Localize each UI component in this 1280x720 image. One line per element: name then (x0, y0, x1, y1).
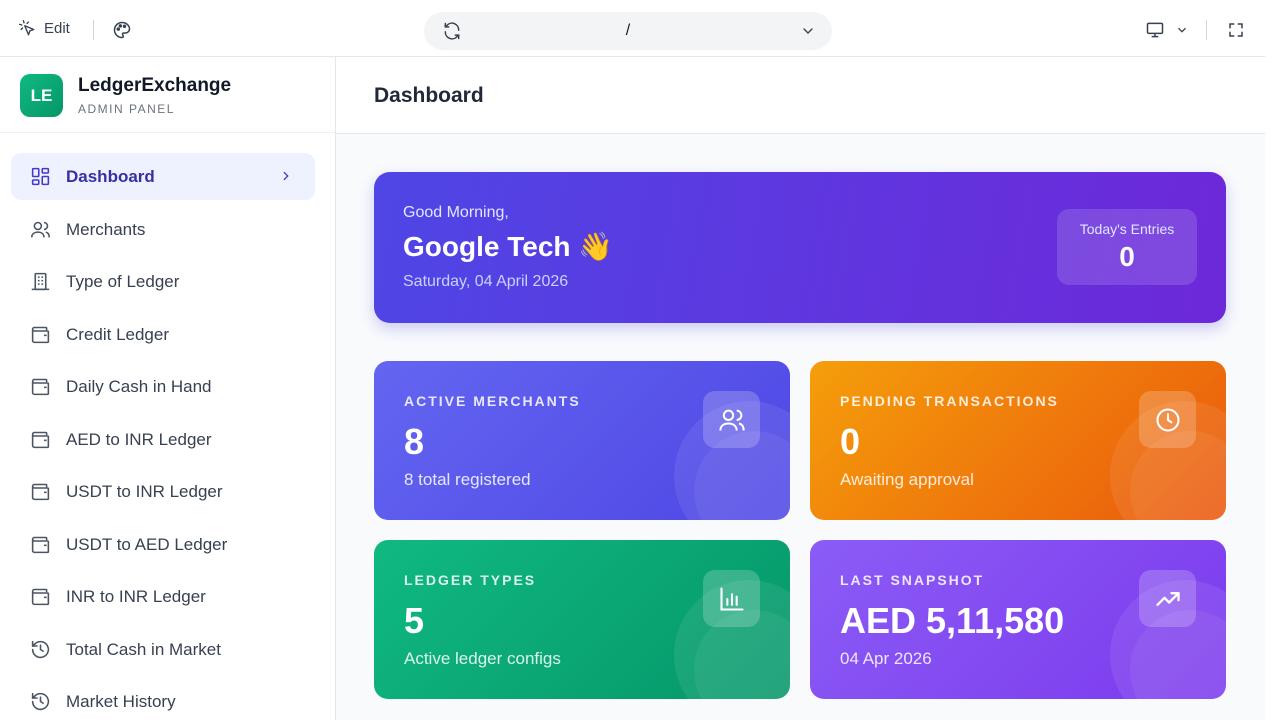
sidebar-item-label: Type of Ledger (66, 272, 180, 291)
grid-icon (31, 167, 50, 186)
sidebar-item-type-of-ledger[interactable]: Type of Ledger (11, 258, 315, 305)
toolbar-divider (93, 20, 94, 40)
card-label: LEDGER TYPES (404, 572, 537, 588)
greeting-text: Good Morning, (403, 204, 509, 221)
page-header: Dashboard (336, 57, 1265, 134)
sidebar-item-label: Merchants (66, 219, 146, 239)
sidebar-nav: Dashboard Merchants Type of Ledger Credi… (11, 153, 315, 720)
sidebar-item-total-cash-in-market[interactable]: Total Cash in Market (11, 626, 315, 673)
sidebar-item-market-history[interactable]: Market History (11, 678, 315, 720)
sidebar-item-merchants[interactable]: Merchants (11, 206, 315, 253)
sidebar-item-label: USDT to AED Ledger (66, 534, 228, 554)
current-date: Saturday, 04 April 2026 (403, 273, 569, 290)
building-icon (31, 272, 50, 291)
brand-name: LedgerExchange (78, 75, 232, 96)
page-title: Dashboard (374, 84, 484, 107)
sidebar-item-label: Dashboard (66, 167, 155, 186)
todays-entries-value: 0 (1119, 241, 1135, 272)
last-snapshot-card[interactable]: LAST SNAPSHOT AED 5,11,580 04 Apr 2026 (810, 540, 1226, 699)
clock-icon (1155, 407, 1180, 432)
todays-entries-box: Today's Entries 0 (1057, 209, 1197, 285)
history-icon (31, 640, 50, 658)
sidebar-item-label: Daily Cash in Hand (66, 377, 212, 396)
welcome-banner: Good Morning, Google Tech 👋 Saturday, 04… (374, 172, 1226, 323)
pending-transactions-card[interactable]: PENDING TRANSACTIONS 0 Awaiting approval (810, 361, 1226, 520)
brand-subtitle: ADMIN PANEL (78, 102, 175, 116)
card-subtext: Active ledger configs (404, 649, 561, 668)
active-merchants-card[interactable]: ACTIVE MERCHANTS 8 8 total registered (374, 361, 790, 520)
brand-logo: LE (20, 74, 63, 117)
wallet-icon (31, 588, 50, 606)
sidebar-item-daily-cash-in-hand[interactable]: Daily Cash in Hand (11, 363, 315, 410)
sidebar-item-label: INR to INR Ledger (66, 587, 206, 606)
card-icon-box (1139, 570, 1196, 627)
url-path: / (625, 22, 631, 39)
cursor-click-icon (18, 19, 35, 36)
card-subtext: 8 total registered (404, 470, 531, 489)
card-icon-box (703, 570, 760, 627)
sidebar-item-label: Credit Ledger (66, 324, 170, 344)
wallet-icon (31, 483, 50, 501)
device-selector[interactable] (1145, 20, 1189, 40)
sidebar-item-aed-to-inr-ledger[interactable]: AED to INR Ledger (11, 416, 315, 463)
users-icon (718, 409, 745, 431)
sidebar-item-label: Market History (66, 692, 176, 711)
ledger-types-card[interactable]: LEDGER TYPES 5 Active ledger configs (374, 540, 790, 699)
sidebar-item-usdt-to-aed-ledger[interactable]: USDT to AED Ledger (11, 521, 315, 568)
sidebar-item-inr-to-inr-ledger[interactable]: INR to INR Ledger (11, 573, 315, 620)
wallet-icon (31, 378, 50, 396)
wallet-icon (31, 326, 50, 343)
trending-up-icon (1155, 591, 1180, 606)
card-label: PENDING TRANSACTIONS (840, 393, 1059, 409)
chevron-down-icon[interactable] (800, 23, 816, 39)
card-value: 5 (404, 600, 425, 641)
users-icon (30, 221, 51, 237)
card-subtext: 04 Apr 2026 (840, 649, 932, 668)
edit-label: Edit (44, 19, 70, 37)
sidebar-item-credit-ledger[interactable]: Credit Ledger (11, 311, 315, 358)
chevron-down-icon (1178, 27, 1186, 33)
card-value: 0 (840, 421, 861, 462)
wallet-icon (31, 431, 50, 448)
card-label: ACTIVE MERCHANTS (404, 393, 581, 409)
url-bar[interactable]: / (424, 12, 832, 50)
user-name: Google Tech 👋 (403, 231, 614, 262)
sidebar-item-usdt-to-inr-ledger[interactable]: USDT to INR Ledger (11, 468, 315, 515)
card-value: AED 5,11,580 (840, 600, 1065, 641)
card-value: 8 (404, 421, 425, 462)
edit-button[interactable]: Edit (18, 19, 70, 37)
chevron-right-icon (283, 171, 289, 181)
card-label: LAST SNAPSHOT (840, 572, 985, 588)
sidebar-item-label: Total Cash in Market (66, 639, 221, 659)
sidebar-item-label: AED to INR Ledger (66, 429, 212, 449)
fullscreen-icon[interactable] (1227, 21, 1245, 39)
card-icon-box (1139, 391, 1196, 448)
palette-icon[interactable] (112, 20, 132, 40)
sidebar: LE LedgerExchange ADMIN PANEL Dashboard … (0, 57, 336, 720)
window-edge (1265, 0, 1280, 720)
sidebar-item-dashboard[interactable]: Dashboard (11, 153, 315, 200)
card-subtext: Awaiting approval (840, 470, 974, 489)
bar-chart-icon (719, 586, 744, 611)
toolbar-divider (1206, 20, 1207, 40)
todays-entries-label: Today's Entries (1079, 221, 1175, 237)
wallet-icon (31, 536, 50, 553)
card-icon-box (703, 391, 760, 448)
brand: LE LedgerExchange ADMIN PANEL (0, 57, 335, 133)
monitor-icon (1146, 22, 1164, 38)
history-icon (31, 692, 50, 711)
main-content: Dashboard Good Morning, Google Tech 👋 Sa… (336, 57, 1265, 720)
sidebar-item-label: USDT to INR Ledger (66, 482, 223, 501)
top-toolbar: Edit / (0, 0, 1265, 57)
